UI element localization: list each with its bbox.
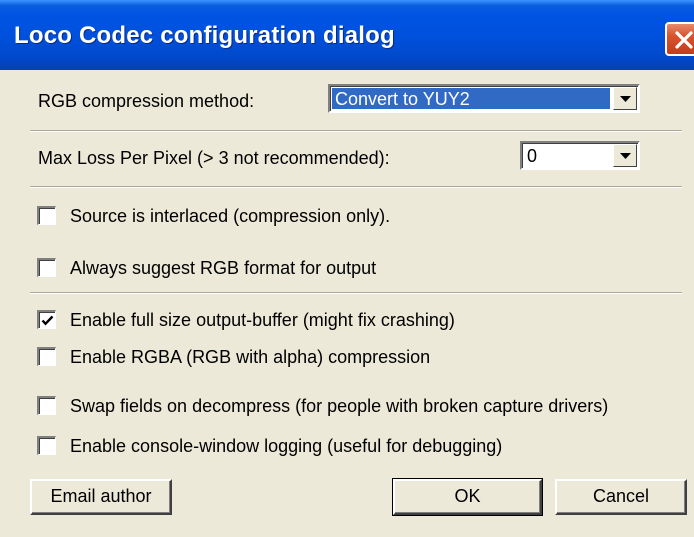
separator-3	[30, 292, 682, 294]
window-title: Loco Codec configuration dialog	[14, 22, 395, 49]
checkbox[interactable]	[37, 258, 56, 277]
max-loss-dropdown-button[interactable]	[613, 144, 637, 167]
rgb-method-label: RGB compression method:	[38, 91, 255, 111]
checkbox[interactable]	[37, 347, 56, 366]
checkbox[interactable]	[37, 396, 56, 415]
ok-label: OK	[454, 486, 481, 506]
rgb-method-value: Convert to YUY2	[332, 88, 610, 109]
close-button[interactable]	[665, 22, 694, 56]
option-label: Swap fields on decompress (for people wi…	[70, 396, 609, 416]
title-bar[interactable]: Loco Codec configuration dialog	[0, 0, 694, 70]
cancel-button[interactable]: Cancel	[555, 479, 687, 515]
option-label: Enable full size output-buffer (might fi…	[70, 310, 455, 330]
checkbox[interactable]	[37, 436, 56, 455]
checkbox[interactable]	[37, 206, 56, 225]
option-label: Source is interlaced (compression only).	[70, 206, 391, 226]
close-icon	[675, 31, 693, 49]
chevron-down-icon	[620, 153, 631, 159]
separator-1	[30, 130, 682, 132]
checkmark-icon	[41, 315, 54, 326]
chevron-down-icon	[620, 96, 631, 102]
cancel-label: Cancel	[592, 486, 650, 506]
dialog-window: Loco Codec configuration dialog RGB comp…	[0, 0, 694, 537]
max-loss-dropdown[interactable]: 0	[520, 141, 640, 170]
checkbox-checked[interactable]	[37, 310, 56, 329]
ok-button[interactable]: OK	[392, 478, 543, 516]
email-author-button[interactable]: Email author	[30, 479, 172, 515]
max-loss-value: 0	[527, 146, 538, 166]
separator-2	[30, 186, 682, 188]
max-loss-label: Max Loss Per Pixel (> 3 not recommended)…	[38, 148, 390, 168]
rgb-method-dropdown-button[interactable]	[613, 87, 637, 110]
option-label: Always suggest RGB format for output	[70, 258, 377, 278]
option-label: Enable console-window logging (useful fo…	[70, 436, 503, 456]
email-author-label: Email author	[50, 486, 152, 506]
rgb-method-dropdown[interactable]: Convert to YUY2	[328, 84, 640, 113]
option-label: Enable RGBA (RGB with alpha) compression	[70, 347, 431, 367]
